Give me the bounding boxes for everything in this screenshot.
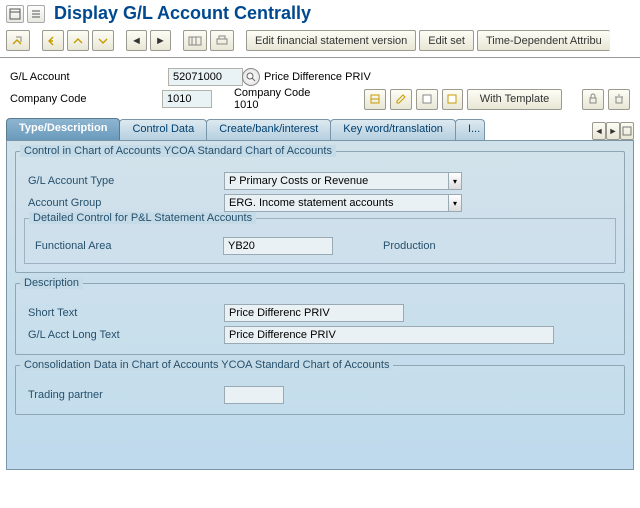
functional-area-label: Functional Area (31, 240, 223, 252)
group-description-title: Description (20, 277, 83, 289)
tab-panel: Control in Chart of Accounts YCOA Standa… (6, 140, 634, 470)
nav-down-icon[interactable] (92, 30, 114, 51)
menu-icon[interactable] (6, 5, 24, 23)
trading-partner-input[interactable] (224, 386, 284, 404)
window-titlebar: Display G/L Account Centrally (0, 0, 640, 27)
tab-information[interactable]: I... (455, 119, 485, 140)
long-text-input[interactable] (224, 326, 554, 344)
time-dependent-button[interactable]: Time-Dependent Attribu (477, 30, 610, 51)
dropdown-icon[interactable]: ▾ (449, 172, 462, 190)
functional-area-desc: Production (333, 240, 436, 252)
group-consolidation-title: Consolidation Data in Chart of Accounts … (20, 359, 393, 371)
long-text-label: G/L Acct Long Text (24, 329, 224, 341)
group-control-coa-title: Control in Chart of Accounts YCOA Standa… (20, 145, 336, 157)
tab-list-icon[interactable] (620, 122, 634, 140)
dropdown-icon[interactable]: ▾ (449, 194, 462, 212)
nav-prev-icon[interactable]: ◄ (126, 30, 147, 51)
account-group-select[interactable] (224, 194, 449, 212)
gl-account-label: G/L Account (10, 71, 168, 83)
edit-set-button[interactable]: Edit set (419, 30, 474, 51)
gl-account-type-select[interactable] (224, 172, 449, 190)
subgroup-pl-control-title: Detailed Control for P&L Statement Accou… (29, 212, 256, 224)
nav-first-icon[interactable] (42, 30, 64, 51)
nav-next-icon[interactable]: ► (150, 30, 171, 51)
search-help-icon[interactable] (242, 68, 260, 86)
other-object-icon[interactable] (364, 89, 386, 110)
tab-type-description[interactable]: Type/Description (6, 118, 120, 140)
toggle-display-icon[interactable] (6, 30, 30, 51)
trading-partner-label: Trading partner (24, 389, 224, 401)
edit-fsv-button[interactable]: Edit financial statement version (246, 30, 416, 51)
functional-area-input[interactable] (223, 237, 333, 255)
tab-keyword-translation[interactable]: Key word/translation (330, 119, 456, 140)
app-toolbar: ◄ ► Edit financial statement version Edi… (0, 27, 640, 58)
gl-account-desc: Price Difference PRIV (260, 71, 371, 83)
tab-strip: Type/Description Control Data Create/ban… (6, 118, 634, 470)
short-text-label: Short Text (24, 307, 224, 319)
gl-account-input[interactable] (168, 68, 243, 86)
create-template-icon[interactable] (442, 89, 463, 110)
tab-control-data[interactable]: Control Data (119, 119, 207, 140)
print-icon[interactable] (210, 30, 234, 51)
where-used-icon[interactable] (183, 30, 207, 51)
gl-account-type-label: G/L Account Type (24, 175, 224, 187)
company-code-input[interactable] (162, 90, 212, 108)
list-icon[interactable] (27, 5, 45, 23)
tab-scroll-left-icon[interactable]: ◄ (592, 122, 606, 140)
tab-create-bank-interest[interactable]: Create/bank/interest (206, 119, 331, 140)
lock-icon[interactable] (582, 89, 604, 110)
subgroup-pl-control: Detailed Control for P&L Statement Accou… (24, 218, 616, 264)
page-title: Display G/L Account Centrally (48, 3, 311, 24)
short-text-input[interactable] (224, 304, 404, 322)
group-description: Description Short Text G/L Acct Long Tex… (15, 283, 625, 355)
tab-scroll-right-icon[interactable]: ► (606, 122, 620, 140)
edit-icon[interactable] (390, 89, 412, 110)
account-group-label: Account Group (24, 197, 224, 209)
with-template-button[interactable]: With Template (467, 89, 562, 110)
company-code-desc: Company Code 1010 (212, 87, 334, 111)
delete-icon[interactable] (608, 89, 630, 110)
company-code-label: Company Code (10, 93, 162, 105)
header-fields: G/L Account Price Difference PRIV Compan… (0, 58, 640, 114)
group-control-coa: Control in Chart of Accounts YCOA Standa… (15, 151, 625, 273)
nav-up-icon[interactable] (67, 30, 89, 51)
create-icon[interactable] (416, 89, 438, 110)
group-consolidation: Consolidation Data in Chart of Accounts … (15, 365, 625, 415)
